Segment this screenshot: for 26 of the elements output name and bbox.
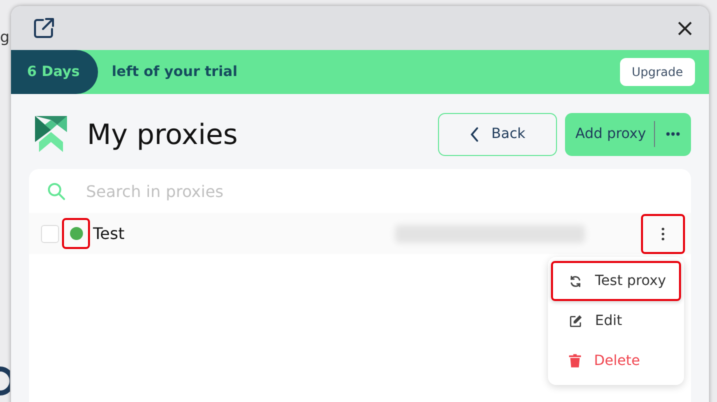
proxy-row[interactable]: Test: [29, 213, 691, 254]
trash-icon: [569, 354, 581, 368]
trial-text: left of your trial: [112, 64, 238, 80]
proxy-name: Test: [93, 224, 125, 243]
back-button[interactable]: Back: [438, 112, 558, 156]
more-horizontal-icon: [666, 132, 680, 136]
menu-item[interactable]: Test proxy: [551, 261, 681, 301]
menu-item[interactable]: Edit: [551, 301, 681, 341]
days-left-badge: 6 Days: [11, 50, 98, 94]
external-link-icon[interactable]: [32, 16, 56, 40]
search-field[interactable]: Search in proxies: [84, 180, 488, 202]
page-title: My proxies: [87, 118, 238, 150]
menu-item[interactable]: Delete: [551, 341, 681, 381]
add-proxy-button[interactable]: Add proxy: [565, 121, 655, 147]
row-menu-button[interactable]: [641, 214, 685, 254]
more-vertical-icon: [661, 226, 665, 240]
background-arc-drawing: [0, 366, 10, 396]
refresh-icon: [569, 274, 582, 288]
checkbox[interactable]: [41, 224, 59, 242]
close-button[interactable]: ×: [674, 16, 695, 40]
chevron-left-icon: [470, 126, 480, 142]
logo-icon: [35, 116, 67, 152]
background-text: g: [0, 28, 10, 46]
upgrade-button[interactable]: Upgrade: [620, 58, 695, 86]
edit-icon: [569, 314, 582, 328]
search-icon: [47, 182, 66, 200]
